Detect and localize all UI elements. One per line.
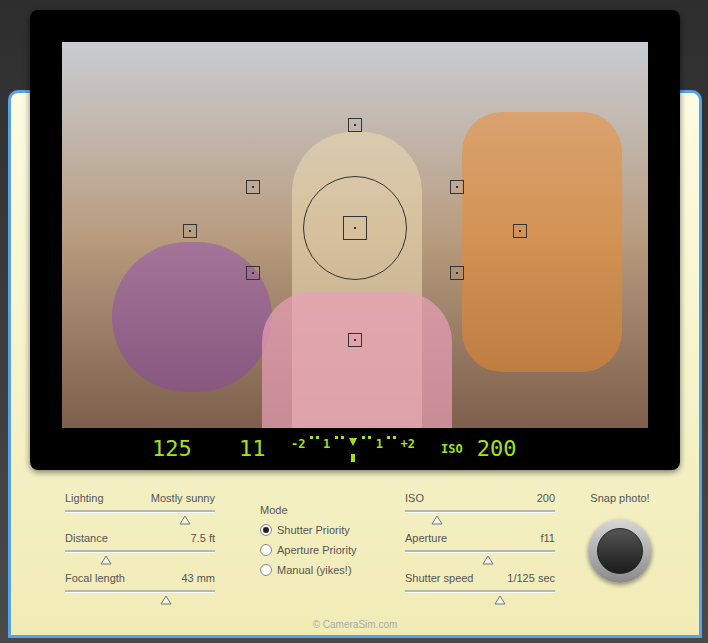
mode-option[interactable]: Shutter Priority xyxy=(260,523,380,537)
iso-label: ISO xyxy=(441,441,463,457)
mode-option-label: Shutter Priority xyxy=(277,523,350,537)
slider-thumb-icon[interactable] xyxy=(179,515,191,525)
slider-row: Aperture f11 xyxy=(405,531,555,571)
mode-option[interactable]: Aperture Priority xyxy=(260,543,380,557)
aperture-reading: 11 xyxy=(239,436,267,462)
af-point xyxy=(246,180,260,194)
slider-thumb-icon[interactable] xyxy=(431,515,443,525)
slider-value: 43 mm xyxy=(181,571,215,585)
meter-indicator-icon xyxy=(349,438,357,462)
meter-label: +2 xyxy=(401,436,415,452)
slider-row: ISO 200 xyxy=(405,491,555,531)
af-point xyxy=(513,224,527,238)
radio-button[interactable] xyxy=(260,524,272,536)
slider-track[interactable] xyxy=(65,590,215,593)
slider-label: Focal length xyxy=(65,571,125,585)
slider-row: Shutter speed 1/125 sec xyxy=(405,571,555,611)
slider-thumb-icon[interactable] xyxy=(494,595,506,605)
photo xyxy=(62,42,648,428)
slider-track[interactable] xyxy=(405,550,555,553)
af-point xyxy=(450,180,464,194)
mode-option-label: Aperture Priority xyxy=(277,543,356,557)
slider-value: 1/125 sec xyxy=(507,571,555,585)
slider-value: f11 xyxy=(541,531,555,545)
lcd-readout: 12511-211+2ISO200 xyxy=(30,428,680,470)
meter-label: 1 xyxy=(376,436,383,452)
snap-button[interactable] xyxy=(588,519,652,583)
slider-label: ISO xyxy=(405,491,424,505)
slider-label: Lighting xyxy=(65,491,104,505)
slider-track[interactable] xyxy=(65,550,215,553)
mode-label: Mode xyxy=(260,503,380,517)
radio-button[interactable] xyxy=(260,564,272,576)
slider-thumb-icon[interactable] xyxy=(100,555,112,565)
shutter-reading: 125 xyxy=(152,436,194,462)
slider-value: 7.5 ft xyxy=(191,531,215,545)
radio-button[interactable] xyxy=(260,544,272,556)
camera-sim: Lighting Mostly sunny Distance 7.5 ft Focal … xyxy=(0,0,708,643)
mode-option-label: Manual (yikes!) xyxy=(277,563,352,577)
slider-track[interactable] xyxy=(405,590,555,593)
slider-label: Distance xyxy=(65,531,108,545)
mode-option[interactable]: Manual (yikes!) xyxy=(260,563,380,577)
slider-track[interactable] xyxy=(405,510,555,513)
slider-thumb-icon[interactable] xyxy=(482,555,494,565)
af-point xyxy=(246,266,260,280)
left-controls: Lighting Mostly sunny Distance 7.5 ft Focal … xyxy=(65,491,215,611)
snap-group: Snap photo! xyxy=(583,491,657,611)
slider-row: Focal length 43 mm xyxy=(65,571,215,611)
slider-thumb-icon[interactable] xyxy=(160,595,172,605)
slider-label: Shutter speed xyxy=(405,571,474,585)
mode-group: Mode Shutter Priority Aperture Priority Man… xyxy=(260,491,380,611)
exposure-meter: -2 1 1 +2 xyxy=(291,434,415,464)
meter-label: -2 xyxy=(291,436,305,452)
viewfinder: 12511-211+2ISO200 xyxy=(30,10,680,470)
slider-value: 200 xyxy=(537,491,555,505)
right-controls: ISO 200 Aperture f11 Shutter speed 1/125 sec xyxy=(405,491,555,611)
snap-label: Snap photo! xyxy=(590,491,649,505)
meter-label: 1 xyxy=(323,436,330,452)
footer: © CameraSim.com xyxy=(11,619,699,631)
slider-row: Lighting Mostly sunny xyxy=(65,491,215,531)
af-point xyxy=(450,266,464,280)
slider-label: Aperture xyxy=(405,531,447,545)
af-point xyxy=(348,118,362,132)
af-point-center xyxy=(343,216,367,240)
slider-value: Mostly sunny xyxy=(151,491,215,505)
slider-row: Distance 7.5 ft xyxy=(65,531,215,571)
slider-track[interactable] xyxy=(65,510,215,513)
af-point xyxy=(183,224,197,238)
af-point xyxy=(348,333,362,347)
iso-reading: 200 xyxy=(477,436,517,462)
